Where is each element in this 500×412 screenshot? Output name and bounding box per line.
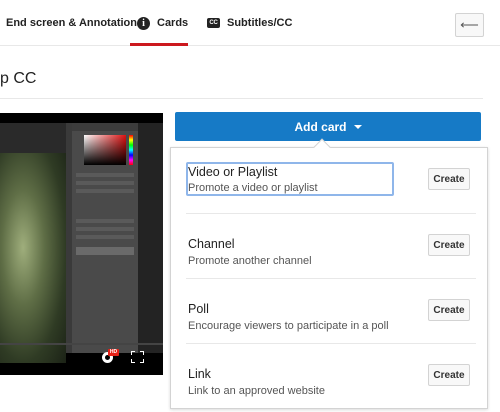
video-frame-panels	[72, 123, 138, 353]
video-frame-panel-row	[76, 219, 134, 223]
video-frame-canvas	[0, 123, 66, 363]
tab-label: End screen & Annotations	[6, 17, 144, 29]
divider	[0, 98, 483, 99]
video-progress-bar[interactable]	[0, 343, 163, 345]
option-title: Poll	[188, 302, 209, 316]
tab-cards[interactable]: i Cards	[137, 0, 188, 46]
video-frame-panel-row	[76, 235, 134, 239]
option-description: Promote another channel	[188, 255, 312, 267]
option-title: Link	[188, 367, 211, 381]
option-description: Link to an approved website	[188, 385, 325, 397]
card-option-link[interactable]: Link Link to an approved website Create	[186, 343, 476, 408]
info-icon: i	[137, 16, 150, 30]
video-frame-hue-slider	[129, 135, 133, 165]
page-title: p CC	[0, 70, 37, 87]
option-description: Promote a video or playlist	[188, 182, 318, 194]
video-frame-photo	[0, 153, 66, 363]
active-tab-indicator	[130, 43, 188, 46]
back-arrow-icon: ⟵	[460, 17, 479, 32]
create-button[interactable]: Create	[428, 299, 470, 321]
add-card-dropdown: Video or Playlist Promote a video or pla…	[170, 147, 488, 409]
back-button[interactable]: ⟵	[455, 13, 484, 37]
create-button[interactable]: Create	[428, 364, 470, 386]
video-frame-layer-row	[76, 247, 134, 255]
video-frame-panel-row	[76, 181, 134, 185]
option-description: Encourage viewers to participate in a po…	[188, 320, 389, 332]
card-option-channel[interactable]: Channel Promote another channel Create	[186, 213, 476, 278]
cc-icon: CC	[207, 18, 220, 28]
caret-down-icon	[353, 124, 362, 129]
video-frame-color-picker	[84, 135, 126, 165]
video-frame-panel-row	[76, 189, 134, 193]
tab-label: Cards	[157, 17, 189, 29]
video-frame-panel-row	[76, 173, 134, 177]
tab-bar: End screen & Annotations i Cards CC Subt…	[0, 0, 500, 46]
settings-hd-icon[interactable]: HD	[102, 349, 119, 363]
card-option-video-playlist[interactable]: Video or Playlist Promote a video or pla…	[186, 148, 476, 213]
video-preview[interactable]	[0, 113, 163, 375]
video-frame-panel-row	[76, 227, 134, 231]
video-frame-panel-tabs	[72, 123, 138, 131]
create-button[interactable]: Create	[428, 234, 470, 256]
add-card-label: Add card	[294, 119, 347, 134]
option-title: Channel	[188, 237, 235, 251]
add-card-button[interactable]: Add card	[175, 112, 481, 141]
tab-end-screen-annotations[interactable]: End screen & Annotations	[6, 0, 143, 46]
video-frame-margin	[138, 123, 163, 353]
tab-label: Subtitles/CC	[227, 17, 293, 29]
tab-subtitles-cc[interactable]: CC Subtitles/CC	[207, 0, 292, 46]
create-button[interactable]: Create	[428, 168, 470, 190]
option-title: Video or Playlist	[188, 165, 278, 179]
hd-badge: HD	[108, 349, 119, 356]
card-option-poll[interactable]: Poll Encourage viewers to participate in…	[186, 278, 476, 343]
fullscreen-icon[interactable]	[131, 351, 144, 363]
